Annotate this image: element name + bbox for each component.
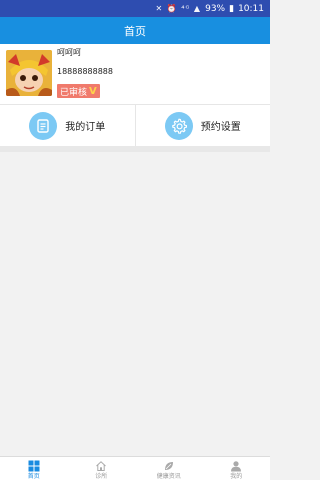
tab-mine[interactable]: 我的 <box>203 457 271 480</box>
status-icons: ✕ ⏰ ⁴ᴳ ▲ <box>155 4 202 13</box>
status-badge: 已审核 V <box>57 84 100 98</box>
verified-mark: V <box>89 85 97 97</box>
quick-actions: 我的订单 预约设置 <box>0 104 270 146</box>
avatar[interactable] <box>6 50 52 96</box>
tab-home[interactable]: 首页 <box>0 457 68 480</box>
grid-icon <box>28 460 40 472</box>
bottom-tab-bar: 首页 诊所 健康资讯 我的 <box>0 456 270 480</box>
user-icon <box>231 461 242 472</box>
gear-icon <box>164 111 193 140</box>
user-name: 呵呵呵 <box>57 48 81 57</box>
tab-clinic-label: 诊所 <box>95 473 108 480</box>
my-orders-label: 我的订单 <box>65 122 106 133</box>
appointment-settings-label: 预约设置 <box>200 122 241 133</box>
tab-health-news-label: 健康资讯 <box>156 473 181 480</box>
leaf-icon <box>164 462 173 470</box>
avatar-image <box>6 50 52 96</box>
battery-level: 93% <box>205 3 226 14</box>
my-orders-button[interactable]: 我的订单 <box>0 105 135 146</box>
battery-icon: ▮ <box>229 3 235 14</box>
clock: 10:11 <box>238 3 264 14</box>
tab-home-label: 首页 <box>27 473 40 480</box>
user-phone: 18888888888 <box>57 67 113 76</box>
status-bar: ✕ ⏰ ⁴ᴳ ▲ 93% ▮ 10:11 <box>0 0 270 17</box>
page-title: 首页 <box>124 24 146 38</box>
home-icon <box>96 461 107 471</box>
tab-clinic[interactable]: 诊所 <box>68 457 136 480</box>
tab-mine-label: 我的 <box>230 473 243 480</box>
main-content <box>0 152 270 456</box>
status-badge-label: 已审核 <box>60 87 88 98</box>
title-bar: 首页 <box>0 17 270 44</box>
document-icon <box>29 111 58 140</box>
tab-health-news[interactable]: 健康资讯 <box>135 457 203 480</box>
appointment-settings-button[interactable]: 预约设置 <box>134 105 271 146</box>
profile-card: 呵呵呵 18888888888 已审核 V <box>0 44 270 104</box>
